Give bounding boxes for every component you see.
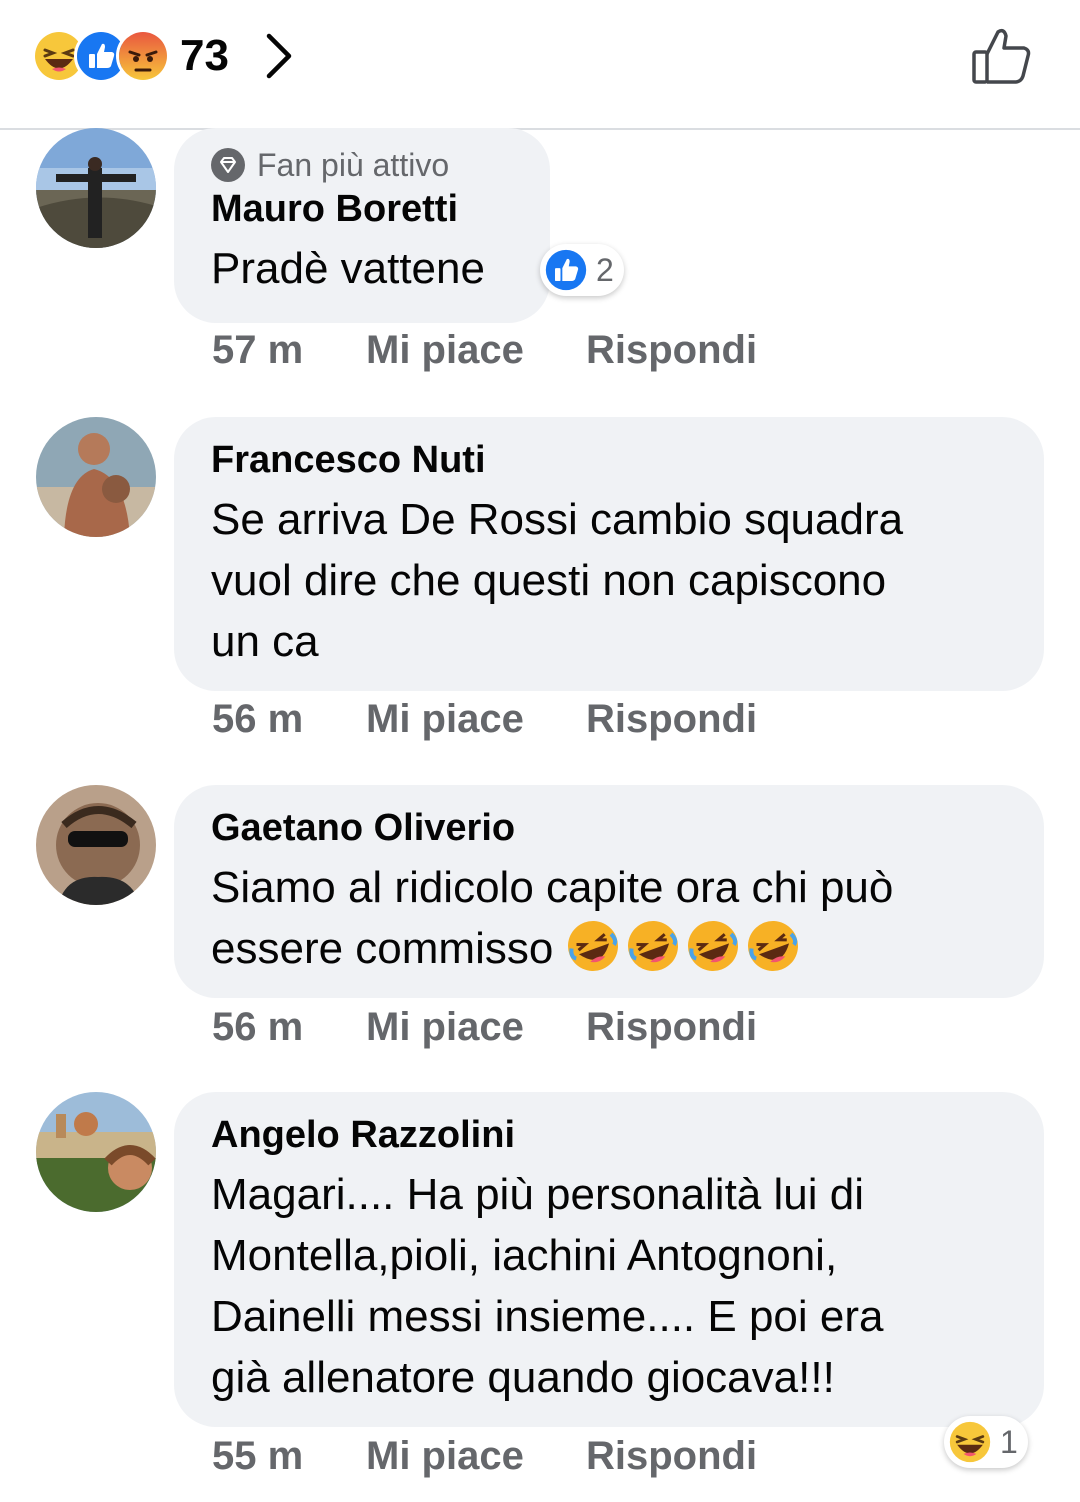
reaction-pill-count: 1	[1000, 1423, 1018, 1460]
comment-text-line: un ca	[211, 617, 319, 666]
like-button[interactable]: Mi piace	[366, 328, 586, 373]
comment-text-line: Montella,pioli, iachini Antognoni,	[211, 1231, 838, 1280]
comment-text: Magari.... Ha più personalità lui di Mon…	[211, 1164, 1008, 1408]
reply-button[interactable]: Rispondi	[586, 1434, 757, 1479]
comment-time[interactable]: 56 m	[212, 697, 366, 742]
comment-actions: 55 m Mi piace Rispondi	[212, 1434, 757, 1479]
reply-button[interactable]: Rispondi	[586, 1005, 757, 1050]
comment-text-segment: essere commisso	[211, 924, 554, 973]
comment-reaction-pill[interactable]: 2	[540, 244, 624, 296]
like-icon	[544, 248, 588, 292]
comment-bubble[interactable]: Angelo Razzolini Magari.... Ha più perso…	[174, 1092, 1044, 1427]
avatar[interactable]	[36, 128, 156, 248]
comment-time[interactable]: 56 m	[212, 1005, 366, 1050]
comment-text-line: Magari.... Ha più personalità lui di	[211, 1170, 864, 1219]
comment-text-line: Se arriva De Rossi cambio squadra	[211, 495, 904, 544]
top-fan-badge: Fan più attivo	[211, 144, 514, 186]
reply-button[interactable]: Rispondi	[586, 328, 757, 373]
reaction-summary[interactable]: 73	[32, 29, 299, 83]
like-button[interactable]: Mi piace	[366, 697, 586, 742]
reply-button[interactable]: Rispondi	[586, 697, 757, 742]
comment-author[interactable]: Mauro Boretti	[211, 186, 514, 232]
reaction-count: 73	[180, 31, 229, 80]
haha-icon	[948, 1420, 992, 1464]
comment-text: Pradè vattene	[211, 244, 485, 293]
comment-text-line: essere commisso	[211, 918, 1008, 979]
comment-actions: 56 m Mi piace Rispondi	[212, 1005, 757, 1050]
avatar[interactable]	[36, 785, 156, 905]
rofl-icon	[687, 921, 738, 971]
comment-author[interactable]: Francesco Nuti	[211, 437, 1008, 483]
comment-actions: 57 m Mi piace Rispondi	[212, 328, 757, 373]
like-button[interactable]: Mi piace	[366, 1005, 586, 1050]
comment-bubble[interactable]: Francesco Nuti Se arriva De Rossi cambio…	[174, 417, 1044, 691]
comment-bubble[interactable]: Fan più attivo Mauro Boretti Pradè vatte…	[174, 128, 550, 323]
emoji-group	[566, 921, 806, 973]
comment-time[interactable]: 57 m	[212, 328, 366, 373]
comment-text-line: Dainelli messi insieme.... E poi era	[211, 1292, 884, 1341]
chevron-right-icon[interactable]	[259, 30, 299, 82]
comment-text: Siamo al ridicolo capite ora chi può ess…	[211, 857, 1008, 979]
reactions-header: 73	[0, 0, 1080, 130]
comment-author[interactable]: Angelo Razzolini	[211, 1112, 1008, 1158]
comment-reaction-pill[interactable]: 1	[944, 1416, 1028, 1468]
badge-label: Fan più attivo	[257, 146, 450, 183]
reaction-pill-count: 2	[596, 251, 614, 288]
comment-text: Se arriva De Rossi cambio squadra vuol d…	[211, 489, 1008, 672]
comment-bubble[interactable]: Gaetano Oliverio Siamo al ridicolo capit…	[174, 785, 1044, 998]
rofl-icon	[567, 921, 618, 971]
comment-author[interactable]: Gaetano Oliverio	[211, 805, 1008, 851]
rofl-icon	[747, 921, 798, 971]
avatar[interactable]	[36, 417, 156, 537]
like-button[interactable]: Mi piace	[366, 1434, 586, 1479]
diamond-icon	[211, 148, 245, 182]
avatar[interactable]	[36, 1092, 156, 1212]
comment-text-line: Siamo al ridicolo capite ora chi può	[211, 863, 894, 912]
angry-icon	[116, 29, 170, 83]
rofl-icon	[627, 921, 678, 971]
comment-text-line: vuol dire che questi non capiscono	[211, 556, 887, 605]
comment-text-line: già allenatore quando giocava!!!	[211, 1353, 835, 1402]
comment-time[interactable]: 55 m	[212, 1434, 366, 1479]
comment-actions: 56 m Mi piace Rispondi	[212, 697, 757, 742]
like-outline-icon[interactable]	[970, 24, 1034, 88]
